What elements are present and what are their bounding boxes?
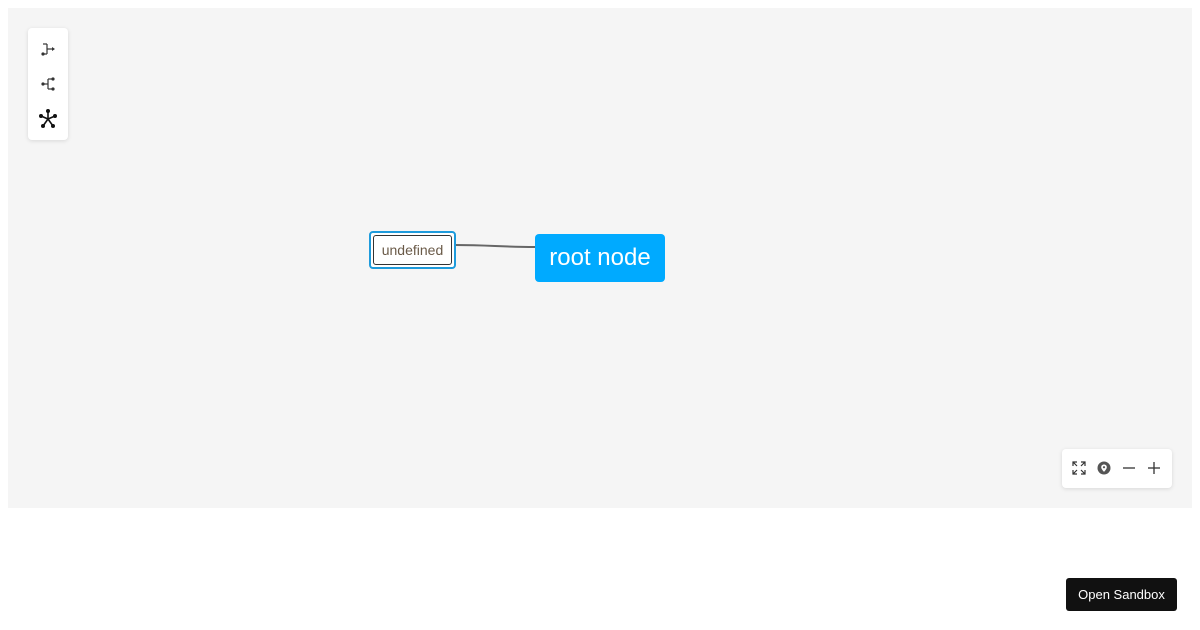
- open-sandbox-button[interactable]: Open Sandbox: [1066, 578, 1177, 611]
- child-node-label: undefined: [381, 242, 444, 258]
- layout-right-tree-icon[interactable]: [36, 37, 60, 61]
- zoom-out-icon[interactable]: [1119, 458, 1139, 478]
- root-node-label: root node: [549, 244, 651, 271]
- zoom-toolbar: [1062, 449, 1172, 488]
- fit-view-icon[interactable]: [1069, 458, 1089, 478]
- zoom-in-icon[interactable]: [1144, 458, 1164, 478]
- layout-radial-icon[interactable]: [36, 107, 60, 131]
- root-node[interactable]: root node: [535, 234, 665, 282]
- layout-toolbar: [28, 28, 68, 140]
- locate-icon[interactable]: [1094, 458, 1114, 478]
- layout-left-tree-icon[interactable]: [36, 72, 60, 96]
- open-sandbox-label: Open Sandbox: [1078, 587, 1165, 602]
- child-node[interactable]: undefined: [369, 231, 456, 269]
